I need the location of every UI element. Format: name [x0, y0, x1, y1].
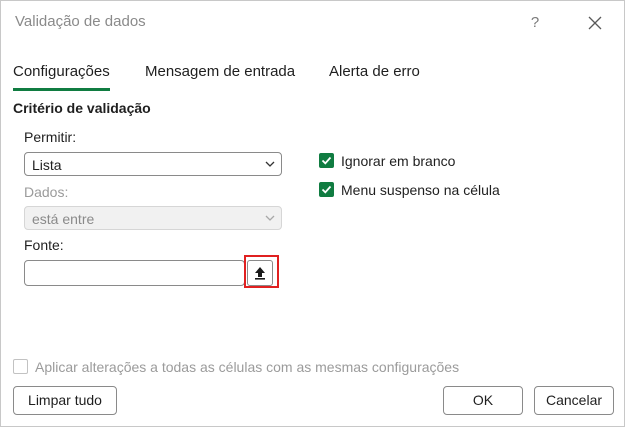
in-cell-dropdown-checkbox[interactable]	[319, 182, 334, 197]
ignore-blank-checkbox[interactable]	[319, 153, 334, 168]
title-bar: Validação de dados ?	[1, 1, 624, 45]
source-label: Fonte:	[24, 237, 64, 253]
tab-bar: Configurações Mensagem de entrada Alerta…	[1, 51, 624, 93]
apply-all-label: Aplicar alterações a todas as células co…	[35, 359, 460, 375]
highlight-box	[244, 255, 279, 288]
tab-input-message[interactable]: Mensagem de entrada	[145, 63, 295, 88]
close-icon	[588, 16, 602, 30]
tab-error-alert[interactable]: Alerta de erro	[329, 63, 420, 88]
in-cell-dropdown-label[interactable]: Menu suspenso na célula	[341, 182, 500, 198]
allow-label: Permitir:	[24, 129, 77, 145]
allow-select[interactable]: Lista	[24, 152, 282, 176]
source-input[interactable]	[24, 260, 245, 286]
tab-settings[interactable]: Configurações	[13, 63, 110, 91]
close-button[interactable]	[583, 11, 607, 35]
ok-button[interactable]: OK	[443, 386, 523, 415]
apply-all-checkbox	[13, 359, 28, 374]
dialog-title: Validação de dados	[15, 13, 146, 30]
cancel-button[interactable]: Cancelar	[534, 386, 614, 415]
data-label: Dados:	[24, 184, 69, 200]
data-select-value: está entre	[32, 211, 95, 227]
data-validation-dialog: Validação de dados ? Configurações Mensa…	[0, 0, 625, 427]
data-select: está entre	[24, 206, 282, 230]
checkmark-icon	[321, 185, 332, 194]
clear-all-button[interactable]: Limpar tudo	[13, 386, 117, 415]
help-button[interactable]: ?	[523, 11, 547, 35]
chevron-down-icon	[265, 215, 275, 221]
section-title: Critério de validação	[13, 100, 151, 116]
chevron-down-icon	[265, 161, 275, 167]
ignore-blank-label[interactable]: Ignorar em branco	[341, 153, 455, 169]
allow-select-value: Lista	[32, 157, 62, 173]
checkmark-icon	[321, 156, 332, 165]
